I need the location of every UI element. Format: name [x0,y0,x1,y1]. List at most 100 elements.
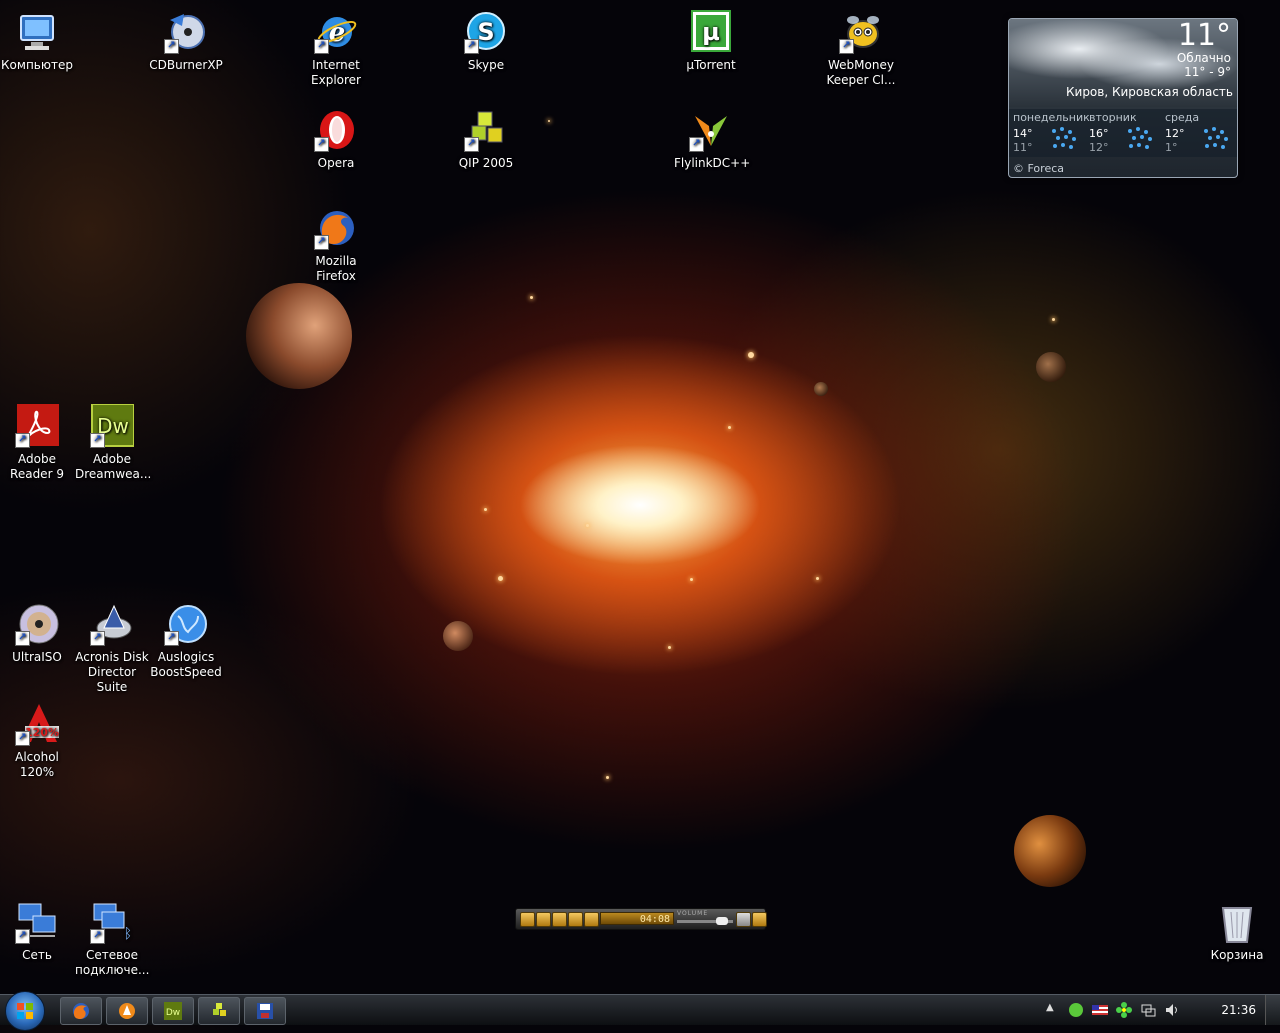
internet-explorer-icon: e ↗ [314,10,358,54]
desktop-icon-webmoney[interactable]: ↗ WebMoney Keeper Cl... [824,8,898,88]
stop-button[interactable] [552,912,567,927]
desktop-icon-adobe-reader[interactable]: ↗ Adobe Reader 9 [0,402,74,482]
volume-label: VOLUME [677,910,709,917]
taskbar-dreamweaver[interactable]: Dw [152,997,194,1025]
taskbar-save-app[interactable] [244,997,286,1025]
shortcut-arrow-icon: ↗ [314,235,329,250]
desktop-icon-label: WebMoney Keeper Cl... [826,58,896,87]
taskbar-firefox[interactable] [60,997,102,1025]
desktop-icon-recycle-bin[interactable]: Корзина [1200,898,1274,963]
desktop-icon-utorrent[interactable]: µ µTorrent [674,8,748,73]
desktop-icon-label: Alcohol 120% [15,750,59,779]
desktop-icon-label: Сетевое подключе... [75,948,150,977]
star [586,524,589,527]
previous-button[interactable] [568,912,583,927]
desktop-icon-network[interactable]: ↗ Сеть [0,898,74,963]
desktop-icon-qip[interactable]: ↗ QIP 2005 [449,106,523,171]
show-desktop-button[interactable] [1265,995,1280,1025]
computer-icon [15,10,59,54]
weather-range: 11° - 9° [1184,65,1231,79]
desktop-icon-label: FlylinkDC++ [674,156,751,170]
forecast-low: 1° [1165,141,1178,154]
forecast-high: 14° [1013,127,1033,140]
network-status-icon[interactable] [1140,1002,1156,1018]
taskbar-qip[interactable] [198,997,240,1025]
forecast-day-name: среда [1165,111,1200,124]
desktop-icon-firefox[interactable]: ↗ Mozilla Firefox [299,204,373,284]
floppy-save-icon [257,1003,273,1019]
rain-icon [1128,127,1152,149]
star [1052,318,1055,321]
desktop-icon-internet-explorer[interactable]: e ↗ Internet Explorer [299,8,373,88]
rain-icon [1204,127,1228,149]
star [484,508,487,511]
star [690,578,693,581]
system-tray: ▲ 21:36 [1040,995,1280,1025]
player-menu-button[interactable] [752,912,767,927]
taskbar-avast[interactable] [106,997,148,1025]
desktop-icon-acronis[interactable]: ↗ Acronis Disk Director Suite [75,600,149,695]
desktop-icon-label: µTorrent [686,58,736,72]
desktop-icon-label: Opera [317,156,355,170]
qip-status-icon[interactable] [1068,1002,1084,1018]
star [748,352,754,358]
volume-slider-knob[interactable] [715,917,728,925]
dreamweaver-icon: Dw [164,1002,182,1020]
shortcut-arrow-icon: ↗ [90,433,105,448]
shortcut-arrow-icon: ↗ [464,137,479,152]
forecast-low: 11° [1013,141,1033,154]
skype-icon: S ↗ [464,10,508,54]
svg-text:S: S [477,18,494,46]
network-connection-icon: ᛒ ↗ [90,900,134,944]
rain-icon [1052,127,1076,149]
player-time-display: 04:08 [600,912,674,925]
acronis-icon: ↗ [90,602,134,646]
next-button[interactable] [584,912,599,927]
network-computers-icon: ↗ [15,900,59,944]
windows-logo-icon [17,1003,33,1019]
volume-icon[interactable] [1164,1002,1180,1018]
star [668,646,671,649]
shortcut-arrow-icon: ↗ [314,137,329,152]
start-button[interactable] [5,991,45,1031]
desktop-icon-dreamweaver[interactable]: Dw ↗ Adobe Dreamwea... [75,402,151,482]
alcohol-icon: 120% ↗ [15,702,59,746]
desktop-icon-opera[interactable]: ↗ Opera [299,106,373,171]
shortcut-arrow-icon: ↗ [464,39,479,54]
opera-icon: ↗ [314,108,358,152]
star [498,576,503,581]
star [530,296,533,299]
shortcut-arrow-icon: ↗ [164,39,179,54]
planet-bottom-right [1014,815,1086,887]
forecast-day: среда 12° 1° [1161,109,1237,157]
desktop-icon-skype[interactable]: S ↗ Skype [449,8,523,73]
qip-icon [213,1003,226,1016]
desktop-icon-label: CDBurnerXP [149,58,223,72]
eject-button[interactable] [736,912,751,927]
icq-flower-icon[interactable] [1116,1002,1132,1018]
play-button[interactable] [520,912,535,927]
taskbar-clock[interactable]: 21:36 [1221,1003,1256,1017]
desktop-icon-ultraiso[interactable]: ↗ UltraISO [0,600,74,665]
weather-condition: Облачно [1176,51,1231,65]
svg-text:µ: µ [702,18,720,46]
desktop-icon-computer[interactable]: Компьютер [0,8,74,73]
taskbar: Dw ▲ 21:36 [0,991,1280,1031]
desktop-icon-auslogics[interactable]: ↗ Auslogics BoostSpeed [149,600,223,680]
desktop-icon-cdburnerxp[interactable]: ↗ CDBurnerXP [149,8,223,73]
star [606,776,609,779]
desktop-icon-network-connections[interactable]: ᛒ ↗ Сетевое подключе... [75,898,149,978]
shortcut-arrow-icon: ↗ [15,929,30,944]
desktop-icon-label: Auslogics BoostSpeed [150,650,222,679]
pause-button[interactable] [536,912,551,927]
shortcut-arrow-icon: ↗ [15,631,30,646]
shortcut-arrow-icon: ↗ [90,929,105,944]
language-flag-icon[interactable] [1092,1002,1108,1018]
desktop-icon-label: Компьютер [1,58,73,72]
desktop-icon-alcohol[interactable]: 120% ↗ Alcohol 120% [0,700,74,780]
desktop-icon-flylinkdc[interactable]: ↗ FlylinkDC++ [674,106,751,171]
weather-gadget[interactable]: 11° Облачно 11° - 9° Киров, Кировская об… [1008,18,1238,178]
show-hidden-icons-arrow-icon[interactable]: ▲ [1046,1002,1062,1018]
flylink-icon: ↗ [689,108,733,152]
planet-small-right [1036,352,1066,382]
